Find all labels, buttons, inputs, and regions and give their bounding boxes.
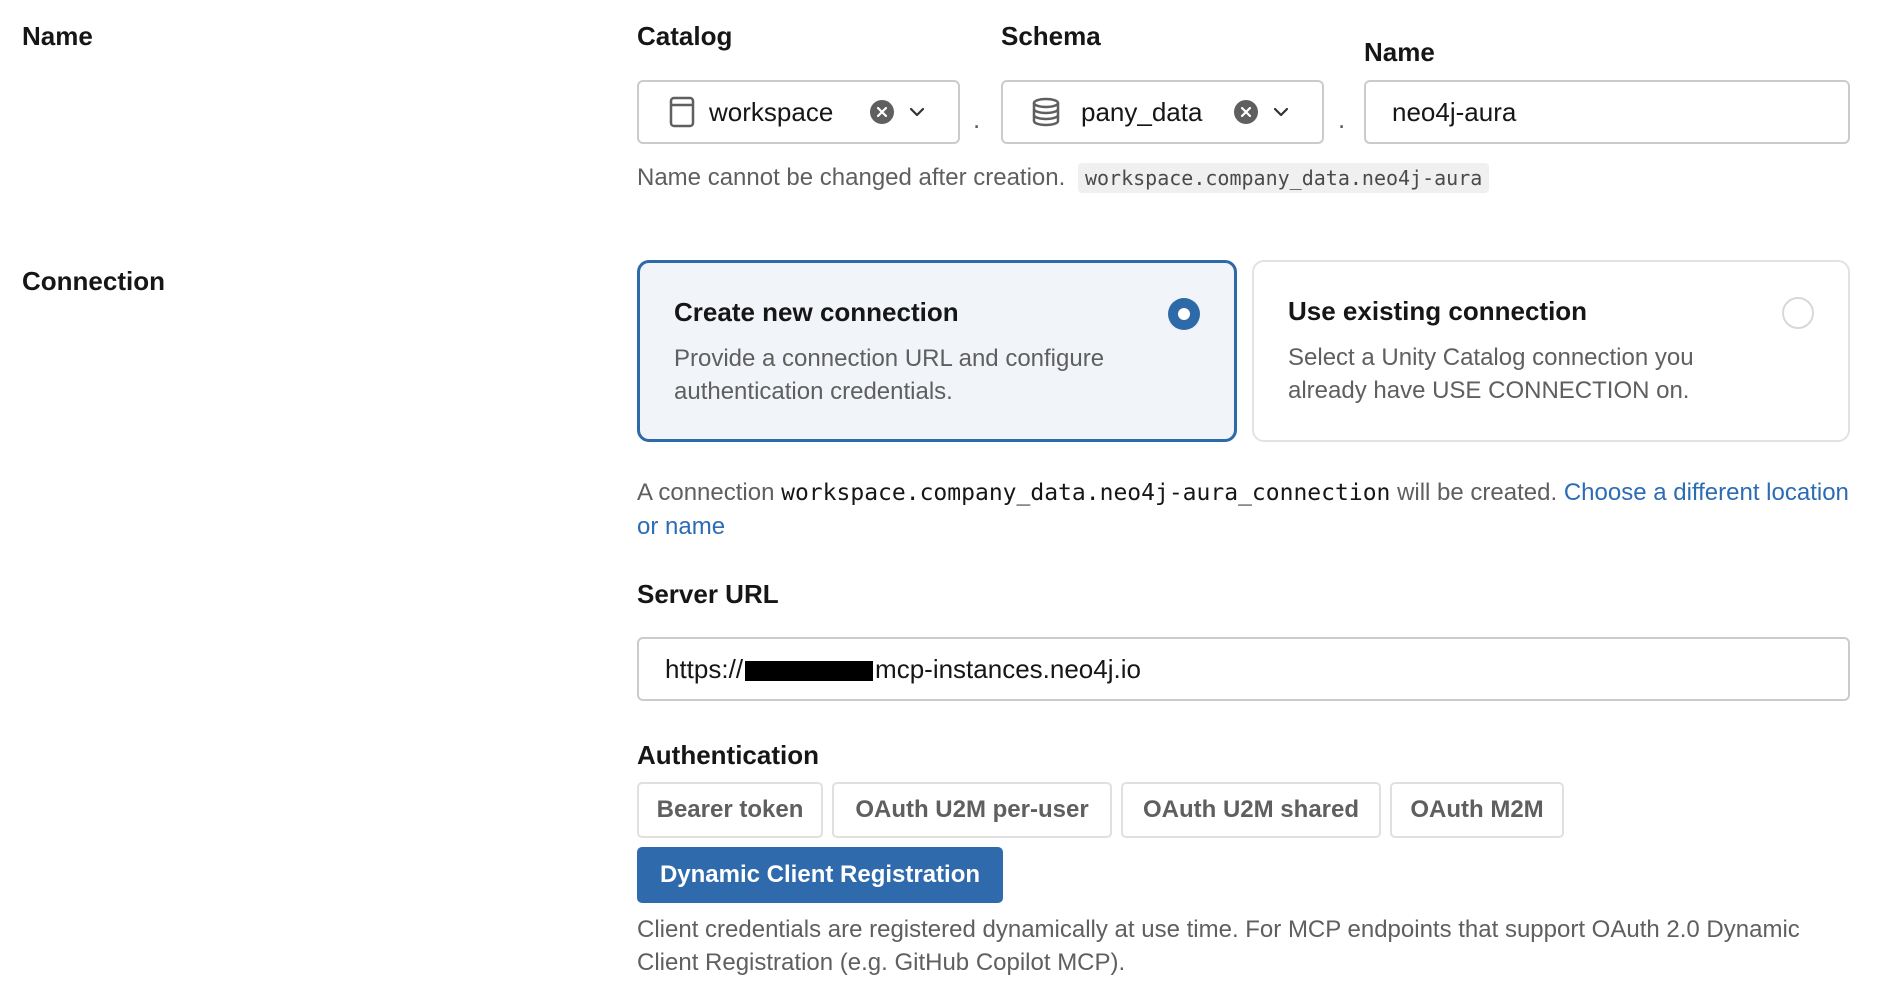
redacted-block <box>745 660 874 681</box>
name-label: Name <box>1364 37 1435 67</box>
catalog-value: workspace <box>709 96 834 127</box>
auth-option-oauth-u2m-shared[interactable]: OAuth U2M shared <box>1121 782 1381 838</box>
card-title: Create new connection <box>674 297 959 327</box>
name-section-label: Name <box>22 21 93 51</box>
server-url-label: Server URL <box>637 579 779 609</box>
card-title: Use existing connection <box>1288 296 1588 326</box>
catalog-label: Catalog <box>637 21 733 51</box>
card-description: Select a Unity Catalog connection you al… <box>1288 344 1694 404</box>
auth-option-bearer-token[interactable]: Bearer token <box>637 782 823 838</box>
server-url-prefix: https:// <box>665 653 744 684</box>
name-help-text: Name cannot be changed after creation. w… <box>637 163 1490 193</box>
name-separator: . <box>973 104 981 134</box>
authentication-label: Authentication <box>637 740 819 770</box>
database-icon <box>1031 96 1061 128</box>
use-existing-connection-card[interactable]: Use existing connection Select a Unity C… <box>1252 260 1850 442</box>
card-description: Provide a connection URL and configure a… <box>674 345 1105 405</box>
auth-option-oauth-u2m-per-user[interactable]: OAuth U2M per-user <box>832 782 1112 838</box>
schema-value: pany_data <box>1081 96 1203 127</box>
notice-prefix: A connection <box>637 479 775 506</box>
catalog-icon <box>667 96 697 128</box>
chevron-down-icon[interactable] <box>907 102 927 122</box>
create-new-connection-card[interactable]: Create new connection Provide a connecti… <box>637 260 1237 442</box>
clear-icon[interactable] <box>870 100 894 124</box>
schema-label: Schema <box>1001 21 1101 51</box>
server-url-value: https:// mcp-instances.neo4j.io <box>665 654 1141 685</box>
authentication-help-text: Client credentials are registered dynami… <box>637 916 1800 976</box>
schema-select[interactable]: pany_data <box>1001 80 1324 144</box>
catalog-select[interactable]: workspace <box>637 80 960 144</box>
clear-icon[interactable] <box>1234 100 1258 124</box>
full-name-chip: workspace.company_data.neo4j-aura <box>1077 163 1490 193</box>
name-value: neo4j-aura <box>1392 96 1517 127</box>
auth-option-oauth-m2m[interactable]: OAuth M2M <box>1390 782 1564 838</box>
radio-unselected[interactable] <box>1782 297 1814 329</box>
server-url-input[interactable]: https:// mcp-instances.neo4j.io <box>637 637 1850 701</box>
server-url-suffix: mcp-instances.neo4j.io <box>875 653 1141 684</box>
name-input[interactable]: neo4j-aura <box>1364 80 1850 144</box>
auth-option-dynamic-client-registration[interactable]: Dynamic Client Registration <box>637 847 1003 903</box>
connection-section-label: Connection <box>22 266 165 296</box>
notice-suffix: will be created. <box>1397 479 1558 506</box>
connection-notice: A connection workspace.company_data.neo4… <box>637 476 1852 543</box>
name-help-message: Name cannot be changed after creation. <box>637 164 1066 191</box>
connection-name-code: workspace.company_data.neo4j-aura_connec… <box>781 480 1391 506</box>
name-separator: . <box>1338 104 1346 134</box>
chevron-down-icon[interactable] <box>1271 102 1291 122</box>
radio-selected[interactable] <box>1168 298 1200 330</box>
